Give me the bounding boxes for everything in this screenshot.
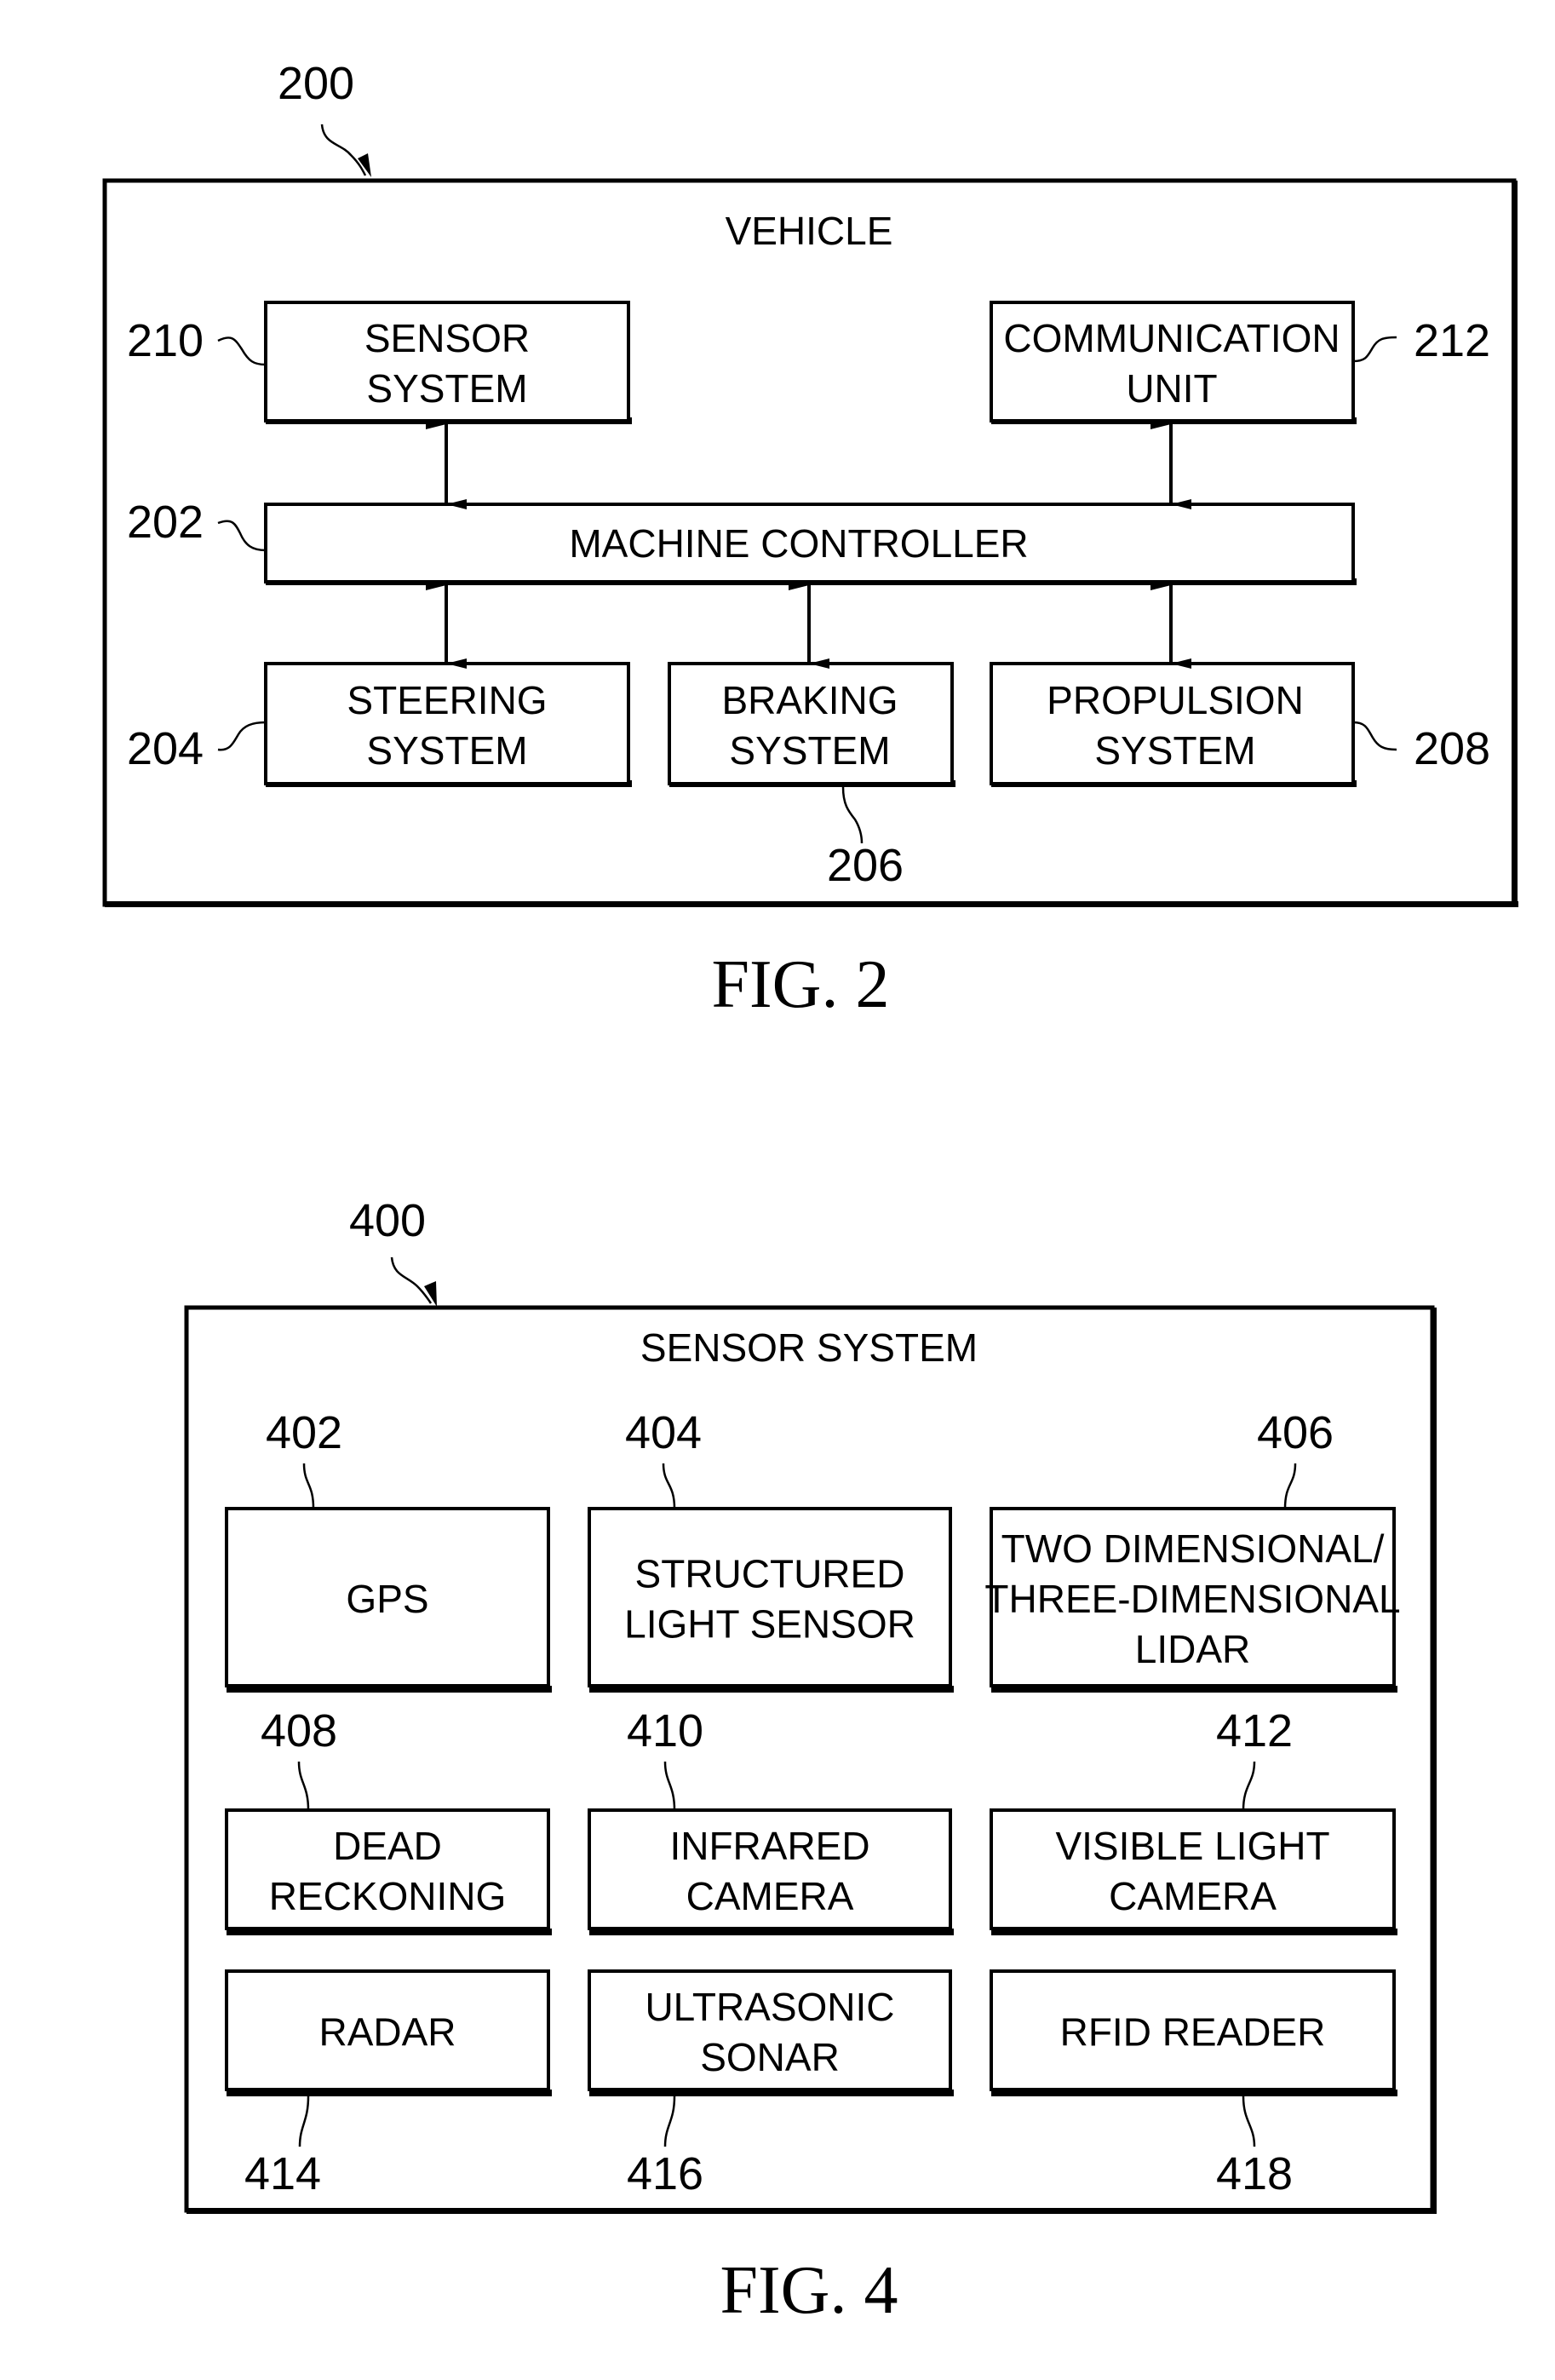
block-steering-system-line1: STEERING	[347, 678, 547, 722]
block-lidar-line2: THREE-DIMENSIONAL	[984, 1577, 1400, 1621]
ref-402-leader	[302, 1463, 315, 1509]
block-communication-unit: COMMUNICATION UNIT	[990, 301, 1357, 424]
block-radar-line1: RADAR	[318, 2010, 456, 2055]
block-dead-line1: DEAD	[333, 1824, 442, 1868]
block-sensor-system: SENSOR SYSTEM	[264, 301, 632, 424]
block-propulsion-system-line2: SYSTEM	[1094, 728, 1255, 773]
block-sensor-system-line2: SYSTEM	[366, 366, 527, 411]
figure-2-caption: FIG. 2	[712, 947, 890, 1022]
ref-404: 404	[625, 1407, 702, 1458]
ref-200-leader	[320, 124, 367, 176]
figure-4-caption: FIG. 4	[720, 2253, 898, 2328]
figure-2: 200 VEHICLE SENSOR SYSTEM 210 COMMUNICAT…	[102, 58, 1518, 1022]
ref-416: 416	[627, 2148, 703, 2199]
block-dead: DEAD RECKONING	[225, 1808, 552, 1935]
ref-412-leader	[1242, 1761, 1256, 1811]
block-visible: VISIBLE LIGHT CAMERA	[990, 1808, 1397, 1935]
ref-406-leader	[1283, 1463, 1297, 1509]
ref-408-leader	[297, 1761, 310, 1811]
block-frame	[588, 1507, 952, 1687]
ref-418: 418	[1216, 2148, 1293, 2199]
ref-412: 412	[1216, 1705, 1293, 1756]
block-braking-system: BRAKING SYSTEM	[668, 662, 955, 787]
ref-210: 210	[127, 315, 204, 366]
block-structured: STRUCTURED LIGHT SENSOR	[588, 1507, 954, 1693]
block-infrared-line2: CAMERA	[686, 1874, 854, 1918]
block-lidar-line3: LIDAR	[1135, 1627, 1250, 1671]
block-gps-line1: GPS	[346, 1577, 428, 1621]
block-sonar-line1: ULTRASONIC	[645, 1985, 894, 2029]
block-sonar: ULTRASONIC SONAR	[588, 1969, 954, 2096]
block-structured-line1: STRUCTURED	[635, 1552, 905, 1596]
block-sonar-line2: SONAR	[700, 2035, 840, 2079]
block-visible-line1: VISIBLE LIGHT	[1055, 1824, 1329, 1868]
block-radar: RADAR	[225, 1969, 552, 2096]
ref-402: 402	[266, 1407, 342, 1458]
block-infrared-line1: INFRARED	[669, 1824, 869, 1868]
ref-206-leader	[841, 786, 864, 844]
ref-212: 212	[1414, 315, 1490, 366]
block-infrared: INFRARED CAMERA	[588, 1808, 954, 1935]
ref-416-leader	[663, 2095, 676, 2147]
block-communication-unit-line1: COMMUNICATION	[1003, 316, 1340, 360]
block-rfid: RFID READER	[990, 1969, 1397, 2096]
ref-406: 406	[1257, 1407, 1334, 1458]
ref-202: 202	[127, 497, 204, 548]
ref-408: 408	[261, 1705, 337, 1756]
block-braking-system-line1: BRAKING	[721, 678, 898, 722]
block-lidar: TWO DIMENSIONAL/THREE-DIMENSIONAL LIDAR	[984, 1507, 1401, 1693]
ref-410-leader	[663, 1761, 676, 1811]
ref-210-leader	[217, 336, 267, 366]
ref-212-leader	[1352, 336, 1397, 363]
block-propulsion-system-line1: PROPULSION	[1047, 678, 1304, 722]
ref-400: 400	[349, 1195, 426, 1246]
block-structured-line2: LIGHT SENSOR	[624, 1602, 915, 1647]
ref-208-leader	[1352, 721, 1397, 751]
vehicle-title: VEHICLE	[726, 209, 893, 253]
block-gps: GPS	[225, 1507, 552, 1693]
ref-200: 200	[278, 58, 354, 109]
block-sensor-system-line1: SENSOR	[364, 316, 530, 360]
block-propulsion-system: PROPULSION SYSTEM	[990, 662, 1357, 787]
block-machine-controller-label: MACHINE CONTROLLER	[569, 521, 1028, 566]
ref-208: 208	[1414, 723, 1490, 774]
ref-404-leader	[662, 1463, 676, 1509]
block-steering-system-line2: SYSTEM	[366, 728, 527, 773]
ref-202-leader	[217, 520, 267, 552]
block-dead-line2: RECKONING	[269, 1874, 507, 1918]
ref-204-leader	[217, 721, 267, 751]
block-communication-unit-line2: UNIT	[1126, 366, 1217, 411]
block-visible-line2: CAMERA	[1109, 1874, 1277, 1918]
block-steering-system: STEERING SYSTEM	[264, 662, 632, 787]
ref-418-leader	[1242, 2095, 1256, 2147]
figure-4: 400 SENSOR SYSTEM GPS 402 STRUCTURED LIGHT …	[184, 1195, 1437, 2328]
block-machine-controller: MACHINE CONTROLLER	[264, 503, 1357, 585]
ref-414-leader	[298, 2095, 310, 2147]
ref-400-leader	[390, 1256, 433, 1304]
sensor-system-title: SENSOR SYSTEM	[640, 1325, 978, 1370]
patent-drawing-sheet: 200 VEHICLE SENSOR SYSTEM 210 COMMUNICAT…	[102, 58, 1518, 2328]
ref-410: 410	[627, 1705, 703, 1756]
block-lidar-line1: TWO DIMENSIONAL/	[1001, 1526, 1385, 1571]
block-braking-system-line2: SYSTEM	[729, 728, 890, 773]
ref-204: 204	[127, 723, 204, 774]
block-rfid-line1: RFID READER	[1060, 2010, 1326, 2055]
ref-206: 206	[827, 840, 904, 891]
ref-414: 414	[244, 2148, 321, 2199]
